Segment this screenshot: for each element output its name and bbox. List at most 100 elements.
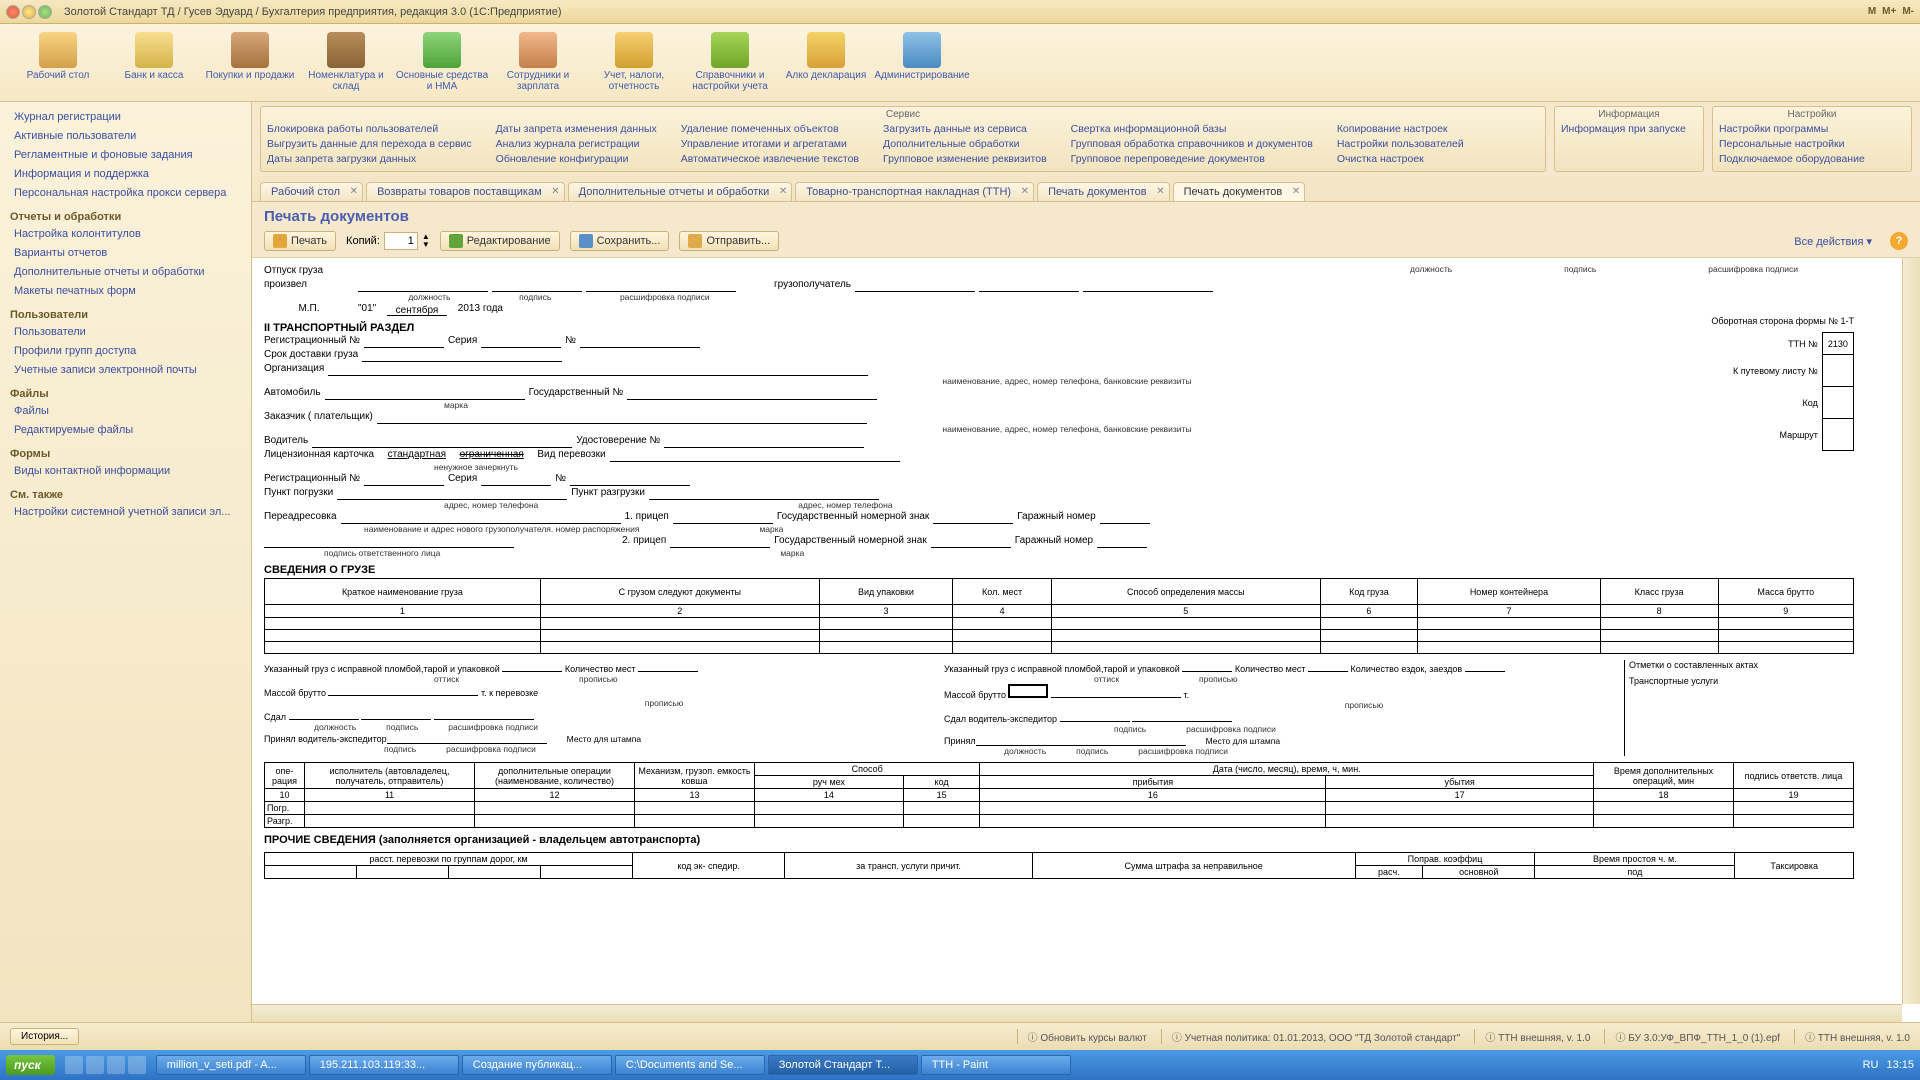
status-item[interactable]: ⓘ Учетная политика: 01.01.2013, ООО "ТД … [1161, 1029, 1461, 1044]
service-link[interactable]: Управление итогами и агрегатами [681, 137, 859, 152]
sidebar-item[interactable]: Макеты печатных форм [0, 282, 251, 301]
clock[interactable]: 13:15 [1886, 1059, 1914, 1071]
horizontal-scrollbar[interactable] [252, 1004, 1902, 1022]
nav-assets[interactable]: Основные средства и НМА [394, 28, 490, 97]
service-link[interactable]: Групповая обработка справочников и докум… [1071, 137, 1313, 152]
sidebar-item[interactable]: Настройка колонтитулов [0, 225, 251, 244]
nav-nomenclature[interactable]: Номенклатура и склад [298, 28, 394, 97]
info-link[interactable]: Информация при запуске [1561, 122, 1697, 137]
close-tab-icon[interactable]: ✕ [350, 186, 358, 197]
edit-button[interactable]: Редактирование [440, 231, 560, 251]
service-link[interactable]: Блокировка работы пользователей [267, 122, 472, 137]
calc-mminus[interactable]: M- [1902, 6, 1914, 17]
tab[interactable]: Рабочий стол✕ [260, 182, 363, 201]
close-tab-icon[interactable]: ✕ [1156, 186, 1164, 197]
nav-desktop[interactable]: Рабочий стол [10, 28, 106, 97]
nav-accounting[interactable]: Учет, налоги, отчетность [586, 28, 682, 97]
taskbar-task[interactable]: 195.211.103.119:33... [309, 1055, 459, 1075]
help-button[interactable]: ? [1890, 232, 1908, 250]
service-link[interactable]: Обновление конфигурации [496, 152, 657, 167]
sidebar-item[interactable]: Профили групп доступа [0, 342, 251, 361]
sidebar-item[interactable]: Настройки системной учетной записи эл... [0, 503, 251, 522]
taskbar-task[interactable]: ТТН - Paint [921, 1055, 1071, 1075]
status-item[interactable]: ⓘ БУ 3.0:УФ_ВПФ_ТТН_1_0 (1).epf [1604, 1029, 1780, 1044]
service-link[interactable]: Загрузить данные из сервиса [883, 122, 1047, 137]
tab[interactable]: Печать документов✕ [1037, 182, 1170, 201]
taskbar-task[interactable]: million_v_seti.pdf - A... [156, 1055, 306, 1075]
status-item[interactable]: ⓘ Обновить курсы валют [1017, 1029, 1147, 1044]
tab[interactable]: Дополнительные отчеты и обработки✕ [568, 182, 793, 201]
sidebar-item[interactable]: Активные пользователи [0, 127, 251, 146]
close-tab-icon[interactable]: ✕ [551, 186, 559, 197]
nav-header-seealso: См. также [0, 481, 251, 503]
sidebar-item[interactable]: Редактируемые файлы [0, 421, 251, 440]
sidebar-item[interactable]: Пользователи [0, 323, 251, 342]
service-link[interactable]: Свертка информационной базы [1071, 122, 1313, 137]
calc-m[interactable]: M [1868, 6, 1876, 17]
spinner-icon[interactable]: ▲▼ [422, 233, 430, 249]
service-link[interactable]: Выгрузить данные для перехода в сервис [267, 137, 472, 152]
nav-bank[interactable]: Банк и касса [106, 28, 202, 97]
language-indicator[interactable]: RU [1863, 1059, 1879, 1071]
service-link[interactable]: Анализ журнала регистрации [496, 137, 657, 152]
close-tab-icon[interactable]: ✕ [1021, 186, 1029, 197]
service-link[interactable]: Дополнительные обработки [883, 137, 1047, 152]
calc-mplus[interactable]: M+ [1882, 6, 1896, 17]
status-item[interactable]: ⓘ ТТН внешняя, v. 1.0 [1474, 1029, 1590, 1044]
service-link[interactable]: Очистка настроек [1337, 152, 1464, 167]
sidebar-item[interactable]: Персональная настройка прокси сервера [0, 184, 251, 203]
quicklaunch-icon[interactable] [65, 1056, 83, 1074]
history-button[interactable]: История... [10, 1028, 79, 1045]
nav-references[interactable]: Справочники и настройки учета [682, 28, 778, 97]
close-icon[interactable] [6, 5, 20, 19]
tab[interactable]: Товарно-транспортная накладная (ТТН)✕ [795, 182, 1034, 201]
taskbar-task[interactable]: Создание публикац... [462, 1055, 612, 1075]
nav-purchases[interactable]: Покупки и продажи [202, 28, 298, 97]
service-link[interactable]: Автоматическое извлечение текстов [681, 152, 859, 167]
service-link[interactable]: Групповое перепроведение документов [1071, 152, 1313, 167]
quicklaunch-icon[interactable] [86, 1056, 104, 1074]
sidebar-item[interactable]: Дополнительные отчеты и обработки [0, 263, 251, 282]
settings-link[interactable]: Настройки программы [1719, 122, 1905, 137]
service-link[interactable]: Удаление помеченных объектов [681, 122, 859, 137]
tab[interactable]: Печать документов✕ [1173, 182, 1306, 201]
sidebar-item[interactable]: Регламентные и фоновые задания [0, 146, 251, 165]
sidebar-item[interactable]: Учетные записи электронной почты [0, 361, 251, 380]
print-button[interactable]: Печать [264, 231, 336, 251]
quicklaunch-icon[interactable] [128, 1056, 146, 1074]
settings-link[interactable]: Персональные настройки [1719, 137, 1905, 152]
person-icon [519, 32, 557, 68]
nav-employees[interactable]: Сотрудники и зарплата [490, 28, 586, 97]
edit-icon [449, 234, 463, 248]
send-button[interactable]: Отправить... [679, 231, 779, 251]
service-link[interactable]: Настройки пользователей [1337, 137, 1464, 152]
close-tab-icon[interactable]: ✕ [1292, 186, 1300, 197]
service-link[interactable]: Даты запрета изменения данных [496, 122, 657, 137]
transport-section-title: II ТРАНСПОРТНЫЙ РАЗДЕЛ [264, 322, 1670, 334]
taskbar-task[interactable]: Золотой Стандарт Т... [768, 1055, 918, 1075]
sidebar-item[interactable]: Варианты отчетов [0, 244, 251, 263]
start-button[interactable]: пуск [6, 1055, 55, 1075]
service-link[interactable]: Даты запрета загрузки данных [267, 152, 472, 167]
service-link[interactable]: Копирование настроек [1337, 122, 1464, 137]
service-link[interactable]: Групповое изменение реквизитов [883, 152, 1047, 167]
quicklaunch-icon[interactable] [107, 1056, 125, 1074]
all-actions-link[interactable]: Все действия ▾ [1794, 235, 1872, 248]
minimize-icon[interactable] [22, 5, 36, 19]
close-tab-icon[interactable]: ✕ [779, 186, 787, 197]
maximize-icon[interactable] [38, 5, 52, 19]
status-item[interactable]: ⓘ ТТН внешняя, v. 1.0 [1794, 1029, 1910, 1044]
copies-input[interactable] [384, 232, 418, 250]
sidebar-item[interactable]: Информация и поддержка [0, 165, 251, 184]
nav-alcohol[interactable]: Алко декларация [778, 28, 874, 97]
sidebar-item[interactable]: Журнал регистрации [0, 108, 251, 127]
sidebar-item[interactable]: Виды контактной информации [0, 462, 251, 481]
document-viewport[interactable]: Отпуск груза произвел грузополучатель до… [252, 258, 1902, 1004]
vertical-scrollbar[interactable] [1902, 258, 1920, 1004]
sidebar-item[interactable]: Файлы [0, 402, 251, 421]
nav-admin[interactable]: Администрирование [874, 28, 970, 97]
settings-link[interactable]: Подключаемое оборудование [1719, 152, 1905, 167]
tab[interactable]: Возвраты товаров поставщикам✕ [366, 182, 565, 201]
taskbar-task[interactable]: C:\Documents and Se... [615, 1055, 765, 1075]
save-button[interactable]: Сохранить... [570, 231, 670, 251]
